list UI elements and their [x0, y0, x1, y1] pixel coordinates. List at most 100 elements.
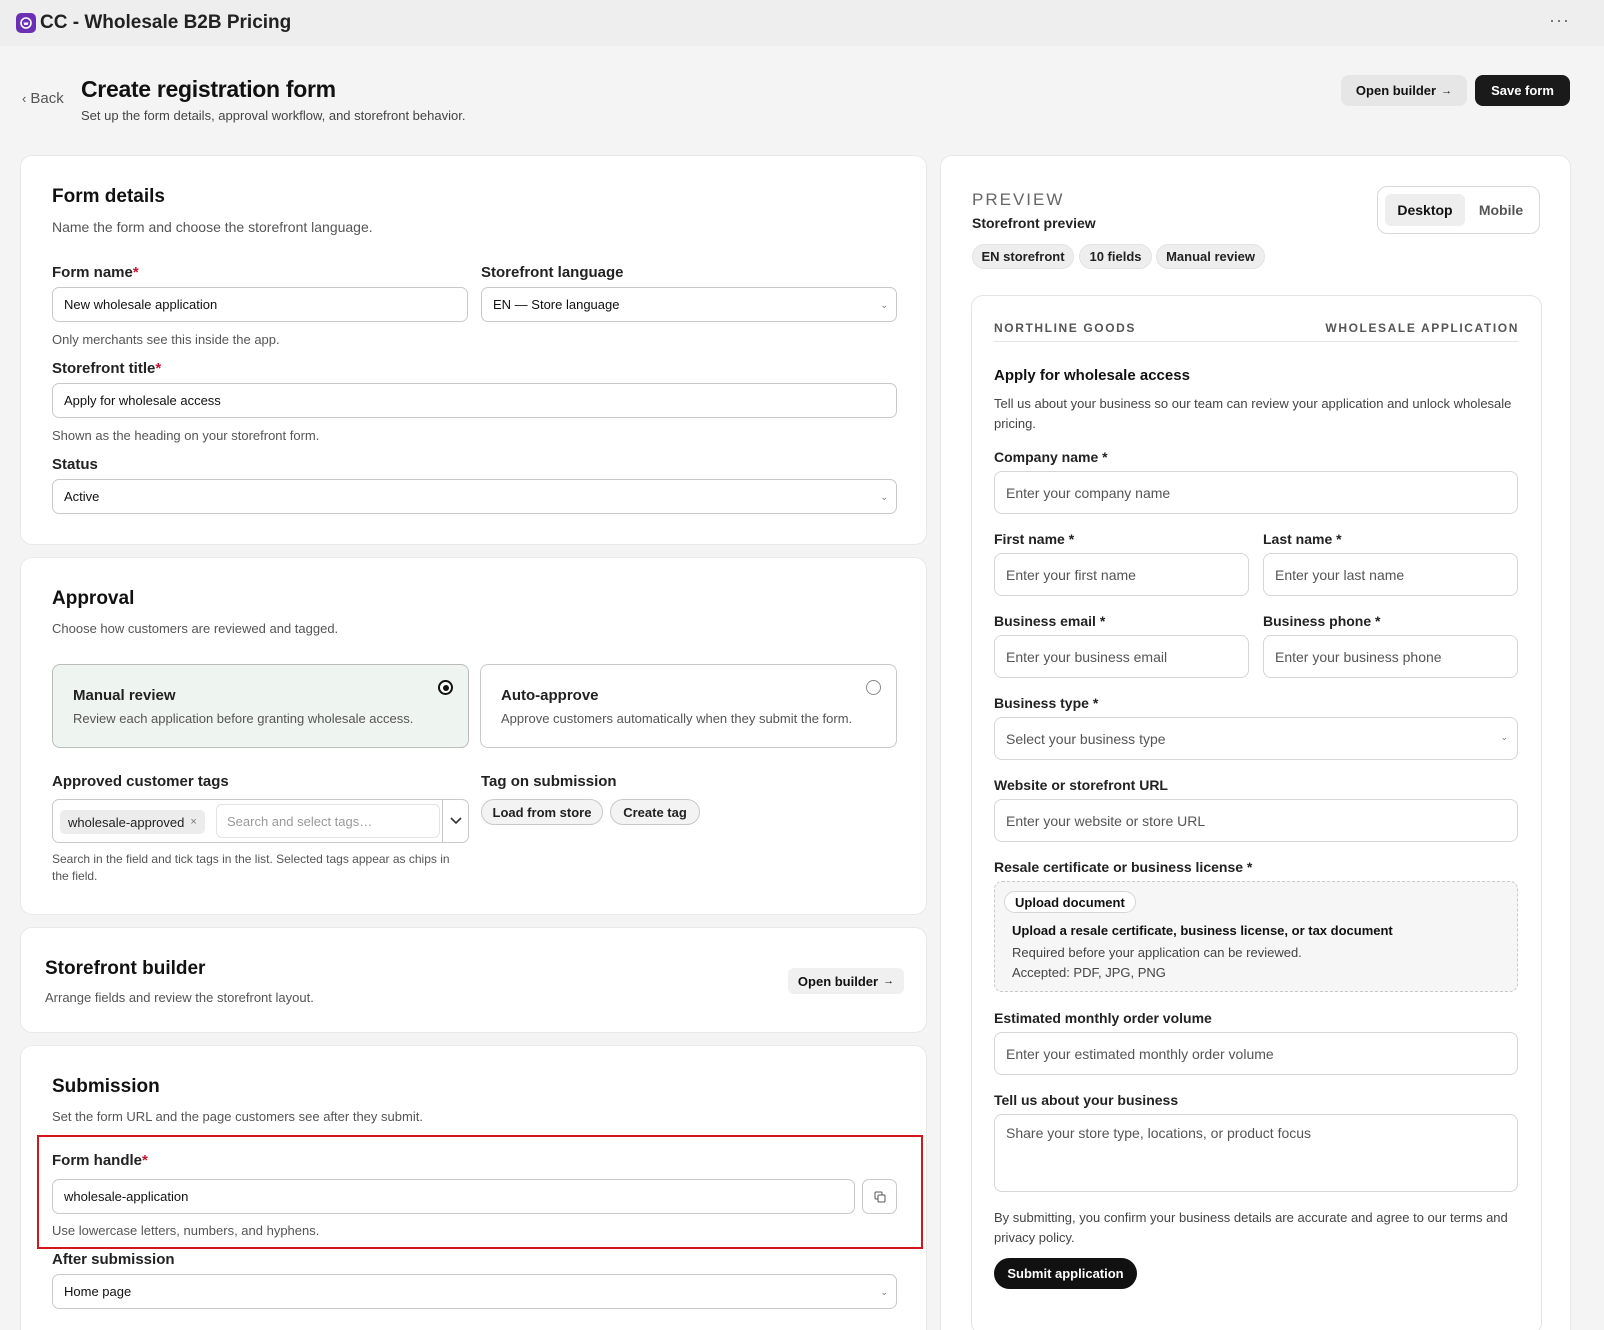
arrow-right-icon: →	[1441, 84, 1453, 97]
last-name-input[interactable]: Enter your last name	[1263, 553, 1518, 596]
preview-eyebrow: PREVIEW	[972, 190, 1065, 209]
auto-approve-option[interactable]: Auto-approve Approve customers automatic…	[480, 664, 897, 748]
order-volume-input[interactable]: Enter your estimated monthly order volum…	[994, 1032, 1518, 1075]
back-link[interactable]: ‹ Back	[22, 90, 64, 107]
form-details-card: Form details Name the form and choose th…	[20, 155, 927, 545]
first-name-input[interactable]: Enter your first name	[994, 553, 1249, 596]
app-logo-icon	[16, 13, 36, 33]
status-value: Active	[64, 489, 100, 504]
storefront-form-preview: NORTHLINE GOODS WHOLESALE APPLICATION Ap…	[971, 295, 1542, 1330]
form-name-value: New wholesale application	[64, 297, 218, 312]
tag-dropdown-toggle[interactable]	[442, 800, 469, 842]
mobile-toggle[interactable]: Mobile	[1468, 194, 1534, 226]
about-business-label: Tell us about your business	[994, 1092, 1179, 1108]
auto-approve-title: Auto-approve	[501, 687, 599, 704]
preview-divider	[994, 341, 1518, 342]
business-type-placeholder: Select your business type	[1006, 730, 1166, 747]
page-subtitle: Set up the form details, approval workfl…	[81, 108, 466, 123]
form-name-input[interactable]: New wholesale application	[52, 287, 468, 322]
approval-title: Approval	[52, 588, 135, 609]
create-tag-button[interactable]: Create tag	[610, 799, 700, 825]
load-from-store-button[interactable]: Load from store	[481, 799, 603, 825]
more-options-icon[interactable]: ···	[1549, 10, 1570, 31]
arrow-right-icon: →	[883, 975, 895, 987]
storefront-builder-title: Storefront builder	[45, 958, 206, 979]
status-label: Status	[52, 456, 98, 473]
open-builder-button[interactable]: Open builder →	[1341, 75, 1467, 106]
top-bar: CC - Wholesale B2B Pricing ···	[0, 0, 1604, 46]
business-type-select[interactable]: Select your business type ⌄	[994, 717, 1518, 760]
tag-on-submission-label: Tag on submission	[481, 773, 617, 790]
chevron-down-icon: ⌄	[1500, 732, 1508, 742]
back-label: Back	[30, 90, 64, 107]
storefront-language-label: Storefront language	[481, 264, 624, 281]
open-builder-label: Open builder	[1355, 83, 1437, 98]
storefront-builder-card: Storefront builder Arrange fields and re…	[20, 927, 927, 1033]
preview-card: PREVIEW Storefront preview Desktop Mobil…	[940, 155, 1571, 1330]
chevron-down-icon: ⌄	[880, 1287, 888, 1297]
upload-desc-required: Required before your application can be …	[1012, 945, 1302, 960]
business-email-label: Business email *	[994, 613, 1106, 629]
manual-review-radio[interactable]	[438, 680, 453, 695]
storefront-language-select[interactable]: EN — Store language ⌄	[481, 287, 897, 322]
storefront-badge: EN storefront	[972, 244, 1074, 269]
close-icon[interactable]: ×	[190, 816, 196, 828]
last-name-label: Last name *	[1263, 531, 1342, 547]
order-volume-label: Estimated monthly order volume	[994, 1010, 1212, 1026]
website-input[interactable]: Enter your website or store URL	[994, 799, 1518, 842]
about-business-textarea[interactable]: Share your store type, locations, or pro…	[994, 1114, 1518, 1192]
after-submission-label: After submission	[52, 1251, 175, 1268]
submission-desc: Set the form URL and the page customers …	[52, 1109, 423, 1124]
form-name-label: Form name*	[52, 264, 139, 281]
manual-review-desc: Review each application before granting …	[73, 711, 414, 726]
approval-card: Approval Choose how customers are review…	[20, 557, 927, 915]
form-name-help: Only merchants see this inside the app.	[52, 332, 280, 347]
tag-chip-label: wholesale-approved	[68, 814, 185, 830]
desktop-toggle[interactable]: Desktop	[1385, 194, 1465, 226]
manual-review-option[interactable]: Manual review Review each application be…	[52, 664, 469, 748]
form-handle-highlight	[37, 1135, 923, 1249]
after-submission-value: Home page	[64, 1284, 132, 1299]
tag-search-input[interactable]: Search and select tags…	[216, 804, 440, 838]
preview-form-title: Apply for wholesale access	[994, 367, 1190, 384]
builder-open-button[interactable]: Open builder →	[788, 968, 904, 994]
company-name-input[interactable]: Enter your company name	[994, 471, 1518, 514]
chevron-down-icon	[450, 817, 462, 825]
approved-tags-label: Approved customer tags	[52, 773, 229, 790]
manual-review-title: Manual review	[73, 687, 176, 704]
upload-document-button[interactable]: Upload document	[1004, 891, 1136, 913]
submission-title: Submission	[52, 1076, 160, 1097]
app-title: CC - Wholesale B2B Pricing	[40, 12, 292, 33]
save-form-label: Save form	[1491, 83, 1554, 98]
save-form-button[interactable]: Save form	[1475, 75, 1570, 106]
approved-tags-field[interactable]: wholesale-approved × Search and select t…	[52, 799, 469, 843]
storefront-title-value: Apply for wholesale access	[64, 393, 221, 408]
builder-open-label: Open builder	[797, 973, 879, 989]
upload-dropzone[interactable]: Upload document Upload a resale certific…	[994, 881, 1518, 992]
storefront-title-input[interactable]: Apply for wholesale access	[52, 383, 897, 418]
business-email-input[interactable]: Enter your business email	[994, 635, 1249, 678]
company-name-label: Company name *	[994, 449, 1108, 465]
tag-chip: wholesale-approved ×	[60, 810, 205, 834]
page-title: Create registration form	[81, 76, 336, 102]
about-business-placeholder: Share your store type, locations, or pro…	[1006, 1125, 1312, 1141]
storefront-builder-desc: Arrange fields and review the storefront…	[45, 990, 314, 1005]
status-select[interactable]: Active ⌄	[52, 479, 897, 514]
first-name-label: First name *	[994, 531, 1075, 547]
approved-tags-help: Search in the field and tick tags in the…	[52, 852, 450, 883]
auto-approve-radio[interactable]	[866, 680, 881, 695]
website-label: Website or storefront URL	[994, 777, 1168, 793]
preview-title: Storefront preview	[972, 215, 1096, 231]
form-details-desc: Name the form and choose the storefront …	[52, 219, 373, 235]
review-badge: Manual review	[1156, 244, 1265, 269]
chevron-left-icon: ‹	[22, 91, 27, 106]
chevron-down-icon: ⌄	[880, 300, 888, 310]
business-type-label: Business type *	[994, 695, 1099, 711]
form-details-title: Form details	[52, 186, 165, 207]
after-submission-select[interactable]: Home page ⌄	[52, 1274, 897, 1309]
submit-application-button[interactable]: Submit application	[994, 1258, 1137, 1289]
fields-badge: 10 fields	[1079, 244, 1152, 269]
storefront-language-value: EN — Store language	[493, 297, 620, 312]
device-toggle: Desktop Mobile	[1377, 186, 1540, 234]
business-phone-input[interactable]: Enter your business phone	[1263, 635, 1518, 678]
